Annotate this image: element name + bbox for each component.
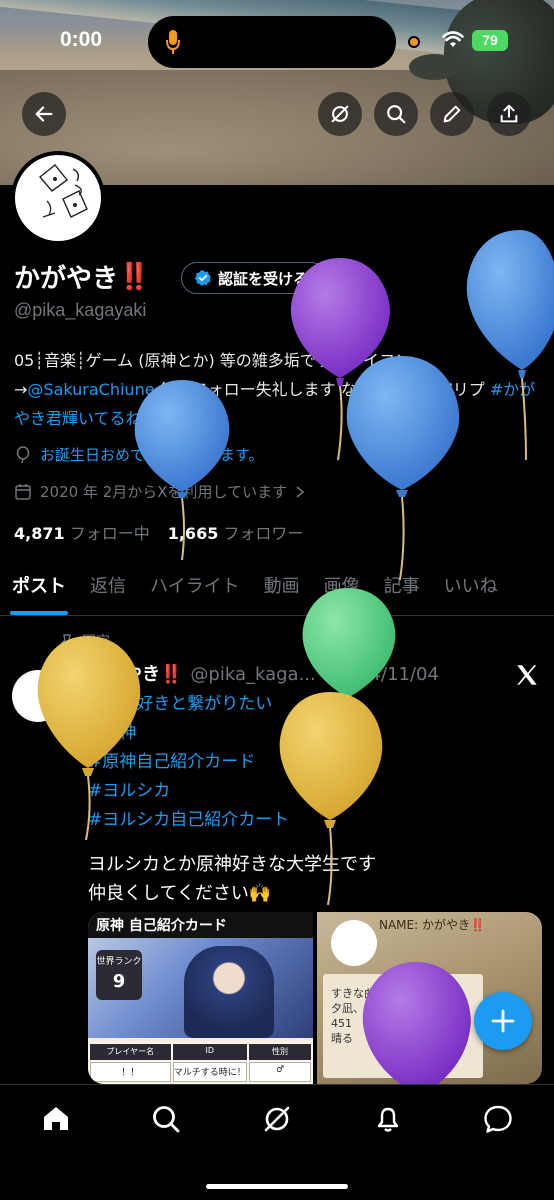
- bell-icon[interactable]: [372, 1103, 404, 1135]
- plus-icon: [491, 1009, 515, 1033]
- home-indicator[interactable]: [206, 1184, 348, 1189]
- search-icon[interactable]: [150, 1103, 182, 1135]
- yellow-balloon: [37, 636, 141, 841]
- blue-balloon: [134, 380, 230, 561]
- bottom-navigation: [0, 1084, 554, 1200]
- balloon-overlay: [37, 230, 554, 1090]
- compose-post-button[interactable]: [474, 992, 532, 1050]
- message-icon[interactable]: [482, 1103, 514, 1135]
- home-icon[interactable]: [40, 1103, 72, 1135]
- grok-icon[interactable]: [261, 1103, 293, 1135]
- blue-balloon: [346, 356, 460, 581]
- purple-balloon: [362, 962, 471, 1090]
- blue-balloon: [466, 230, 554, 461]
- yellow-balloon: [279, 692, 383, 906]
